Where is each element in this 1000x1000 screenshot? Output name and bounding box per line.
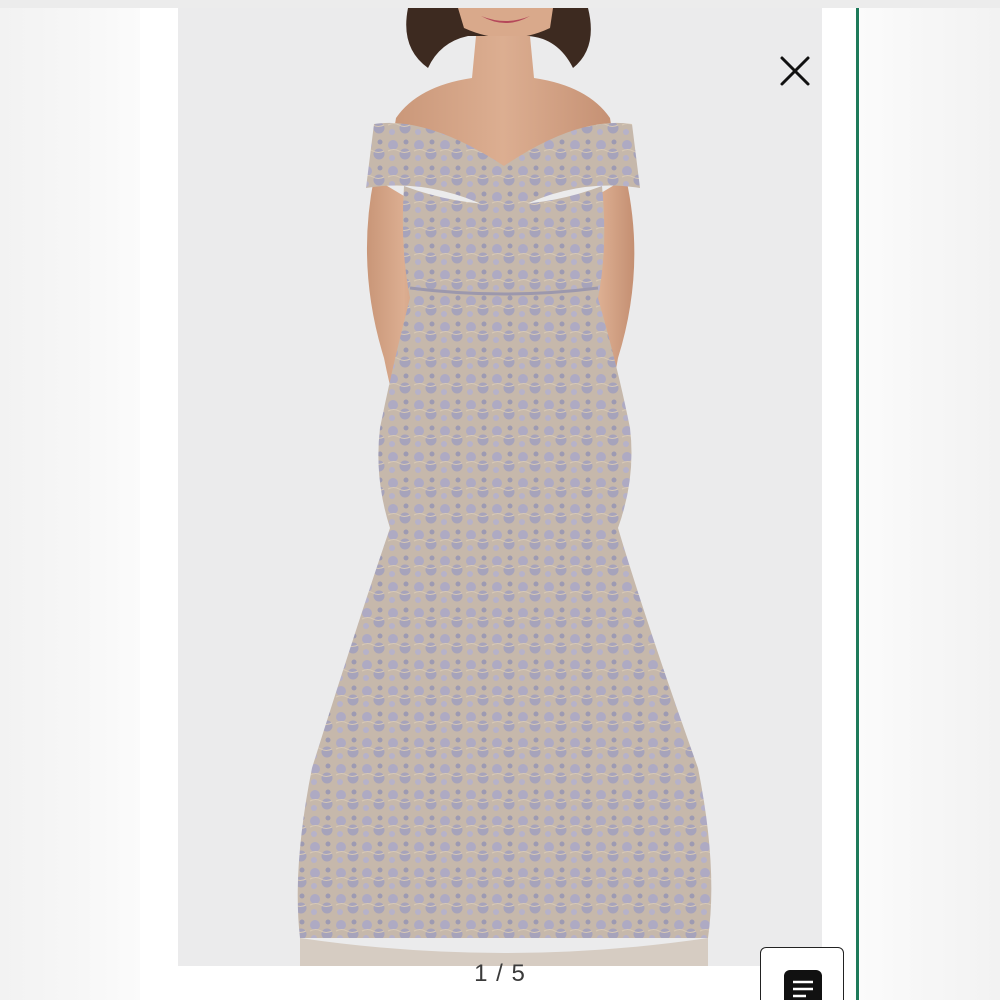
- blurred-right-edge: [860, 0, 1000, 1000]
- screen: 1 / 5: [0, 0, 1000, 1000]
- close-icon: [780, 56, 810, 86]
- scroll-accent-bar: [856, 8, 859, 1000]
- dress-photo-illustration: [178, 8, 822, 966]
- image-counter: 1 / 5: [474, 960, 526, 987]
- image-viewer: 1 / 5: [140, 8, 858, 1000]
- close-button[interactable]: [776, 52, 814, 90]
- description-button[interactable]: [760, 947, 844, 1000]
- product-photo[interactable]: [178, 8, 822, 966]
- blurred-left-edge: [0, 0, 140, 1000]
- blurred-top-edge: [0, 0, 1000, 8]
- description-list-icon: [784, 970, 822, 1000]
